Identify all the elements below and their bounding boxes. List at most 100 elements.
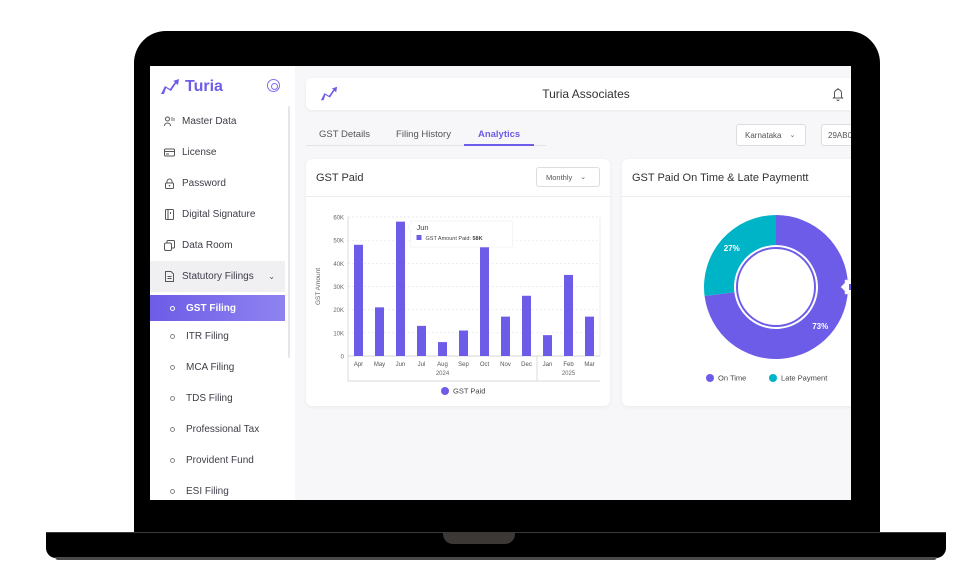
- sidebar-item-label: Statutory Filings: [182, 271, 254, 282]
- sidebar-subitem-label: GST Filing: [186, 302, 236, 314]
- x-tick-label: Jan: [543, 362, 553, 368]
- sidebar-subitem-label: Provident Fund: [186, 455, 254, 466]
- legend-label: On Time: [718, 374, 746, 383]
- x-tick-label: Mar: [584, 362, 594, 368]
- x-tick-label: Apr: [354, 362, 363, 368]
- bar-dec: [522, 295, 531, 356]
- bell-icon[interactable]: [832, 87, 844, 101]
- sidebar-subitem-professional-tax[interactable]: Professional Tax: [150, 414, 285, 445]
- gstin-select-value: 29AB0: [828, 130, 851, 140]
- tooltip-marker: [416, 235, 422, 240]
- brand-name: Turia: [185, 78, 223, 95]
- bullet-icon: [170, 427, 175, 432]
- bar-mar: [585, 316, 594, 356]
- bar-nov: [501, 316, 510, 356]
- chevron-down-icon: ⌄: [268, 272, 275, 281]
- x-tick-label: Jul: [418, 362, 426, 368]
- period-select-value: Monthly: [546, 172, 573, 182]
- payment-donut-chart: 73% 27% On Time Late Payment: [704, 215, 851, 383]
- sidebar-item-label: Master Data: [182, 116, 237, 127]
- sidebar-subitem-provident-fund[interactable]: Provident Fund: [150, 445, 285, 476]
- sidebar-item-password[interactable]: Password: [150, 168, 285, 199]
- y-tick-label: 40K: [333, 262, 344, 268]
- card-header: GST Paid On Time & Late Paymentt: [622, 159, 851, 197]
- year-group-label: 2024: [436, 371, 450, 377]
- sidebar-subitem-mca-filing[interactable]: MCA Filing: [150, 352, 285, 383]
- gstin-select[interactable]: 29AB0: [821, 124, 851, 146]
- x-tick-label: Dec: [521, 362, 532, 368]
- card-title: GST Paid On Time & Late Paymentt: [632, 172, 809, 184]
- turia-logo-icon: [161, 79, 179, 94]
- period-select[interactable]: Monthly ⌄: [536, 167, 600, 187]
- sidebar-item-license[interactable]: License: [150, 137, 285, 168]
- sidebar-nav: Master Data License Password Digital Sig…: [150, 106, 285, 500]
- chart-tooltip: Jun GST Amount Paid: 58K: [407, 220, 513, 248]
- x-tick-label: Oct: [480, 362, 490, 368]
- donut-slice-label: 73%: [812, 322, 828, 331]
- card-icon: [164, 147, 175, 158]
- sidebar-scrollbar[interactable]: [288, 106, 290, 358]
- app-screen: Turia Master Data License Password Digit…: [150, 66, 851, 500]
- x-tick-label: Jun: [396, 362, 406, 368]
- bullet-icon: [170, 305, 175, 311]
- sidebar-item-master-data[interactable]: Master Data: [150, 106, 285, 137]
- gst-paid-card: GST Paid Monthly ⌄ 0 10K 20K 30K 40K 50K 60K GS…: [306, 159, 610, 406]
- y-tick-label: 50K: [333, 239, 344, 245]
- bar-aug: [438, 342, 447, 356]
- y-tick-label: 60K: [333, 216, 344, 222]
- organization-title: Turia Associates: [542, 87, 630, 101]
- donut-slice-label: 27%: [724, 244, 740, 253]
- sidebar-item-digital-signature[interactable]: Digital Signature: [150, 199, 285, 230]
- tab-filing-history[interactable]: Filing History: [383, 124, 464, 146]
- legend-label: Late Payment: [781, 374, 828, 383]
- bar-sep: [459, 330, 468, 356]
- bar-jul: [417, 325, 426, 356]
- sidebar-item-label: Password: [182, 178, 226, 189]
- state-select[interactable]: Karnataka ⌄: [736, 124, 806, 146]
- tooltip-value: 58K: [472, 236, 482, 242]
- bullet-icon: [170, 489, 175, 494]
- sidebar-item-statutory-filings[interactable]: Statutory Filings ⌄: [150, 261, 285, 292]
- sidebar-subitem-label: TDS Filing: [186, 393, 233, 404]
- x-tick-label: May: [374, 362, 385, 368]
- sidebar: Turia Master Data License Password Digit…: [150, 66, 295, 500]
- document-icon: [164, 271, 175, 282]
- brand[interactable]: Turia: [160, 76, 223, 98]
- card-title: GST Paid: [316, 172, 364, 184]
- user-data-icon: [164, 116, 175, 127]
- tab-gst-details[interactable]: GST Details: [306, 124, 383, 146]
- laptop-notch: [443, 532, 515, 544]
- sidebar-subitem-gst-filing[interactable]: GST Filing: [150, 295, 285, 321]
- sidebar-item-label: License: [182, 147, 217, 158]
- x-tick-label: Aug: [437, 362, 448, 368]
- laptop-base-shadow: [55, 557, 937, 560]
- sidebar-item-label: Digital Signature: [182, 209, 256, 220]
- tab-analytics[interactable]: Analytics: [463, 124, 535, 146]
- sidebar-subitem-label: Professional Tax: [186, 424, 260, 435]
- chevron-down-icon: ⌄: [789, 132, 796, 139]
- card-header: GST Paid Monthly ⌄: [306, 159, 610, 197]
- legend-label: GST Paid: [453, 387, 485, 396]
- year-group-label: 2025: [562, 371, 576, 377]
- tooltip-marker: [849, 284, 851, 290]
- sidebar-collapse-icon[interactable]: [267, 79, 280, 92]
- tab-bar: GST Details Filing History Analytics: [306, 124, 546, 146]
- bullet-icon: [170, 334, 175, 339]
- bullet-icon: [170, 396, 175, 401]
- y-axis-title: GST Amount: [315, 268, 322, 305]
- sidebar-item-data-room[interactable]: Data Room: [150, 230, 285, 261]
- bar-oct: [480, 247, 489, 356]
- donut-center: [742, 253, 810, 321]
- signature-icon: [164, 209, 175, 220]
- y-tick-label: 20K: [333, 308, 344, 314]
- sidebar-subitem-tds-filing[interactable]: TDS Filing: [150, 383, 285, 414]
- state-select-value: Karnataka: [745, 130, 782, 140]
- sidebar-subitem-itr-filing[interactable]: ITR Filing: [150, 321, 285, 352]
- y-tick-label: 0: [341, 355, 345, 361]
- sidebar-subitem-esi-filing[interactable]: ESI Filing: [150, 476, 285, 500]
- laptop-mockup: Turia Master Data License Password Digit…: [0, 0, 979, 583]
- bar-may: [375, 307, 384, 356]
- x-tick-label: Sep: [458, 362, 469, 368]
- sidebar-subitem-label: ESI Filing: [186, 486, 229, 497]
- sidebar-subitem-label: MCA Filing: [186, 362, 235, 373]
